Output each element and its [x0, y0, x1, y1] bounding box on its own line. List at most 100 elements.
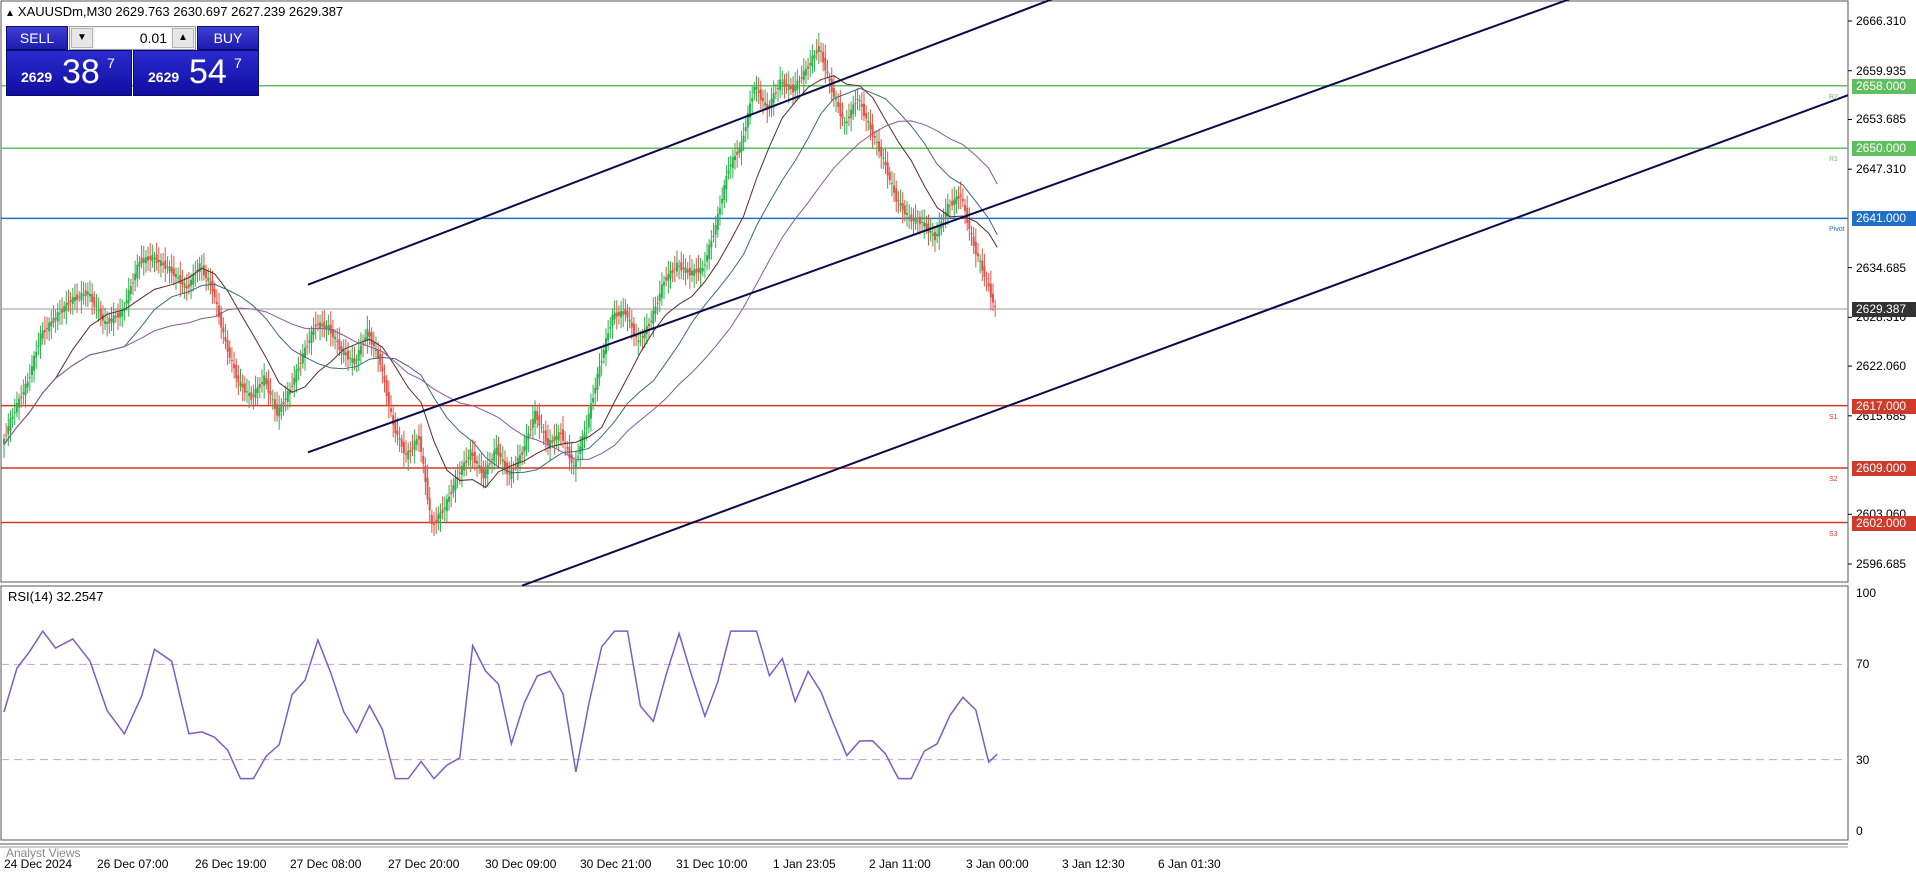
- candle-body: [725, 175, 728, 190]
- candle-body: [734, 155, 736, 161]
- candle-body: [351, 358, 354, 363]
- candle-body: [209, 281, 212, 285]
- candle-body: [452, 485, 455, 493]
- candle-body: [129, 285, 132, 294]
- lot-size-box: ▼ ▲: [69, 26, 196, 50]
- candle-body: [39, 333, 42, 346]
- price-axis-label: 2653.685: [1856, 112, 1907, 127]
- mt-chart-window[interactable]: ▲ XAUUSDm,M30 2629.763 2630.697 2627.239 …: [0, 0, 1916, 874]
- candle-body: [142, 258, 145, 263]
- candle-body: [538, 415, 541, 426]
- candle-body: [170, 266, 173, 274]
- candle-body: [620, 310, 623, 318]
- candle-body: [744, 127, 747, 132]
- candle-body: [155, 254, 158, 264]
- candle-body: [716, 213, 719, 230]
- sell-button[interactable]: SELL: [6, 26, 68, 50]
- time-axis-label: 2 Jan 11:00: [869, 857, 931, 871]
- lot-increase-button[interactable]: ▲: [172, 28, 194, 48]
- chart-canvas[interactable]: [0, 0, 1916, 874]
- candle-body: [194, 274, 197, 276]
- candle-body: [224, 337, 227, 342]
- candle-body: [430, 515, 433, 525]
- candle-body: [497, 444, 500, 456]
- candle-body: [974, 241, 977, 255]
- candle-body: [979, 260, 982, 262]
- candle-body: [600, 360, 603, 363]
- candle-body: [632, 323, 635, 336]
- candle-body: [985, 278, 988, 280]
- candle-body: [80, 292, 83, 301]
- candle-body: [491, 458, 494, 461]
- candle-body: [381, 365, 384, 372]
- candle-body: [248, 392, 251, 397]
- candle-body: [654, 306, 657, 314]
- candle-body: [372, 342, 375, 347]
- candle-body: [366, 328, 369, 341]
- candle-body: [147, 256, 150, 261]
- candle-body: [882, 157, 885, 159]
- candle-body: [761, 97, 764, 102]
- channel-upper-line[interactable]: [307, 0, 1060, 286]
- level-note-s1: S1: [1829, 413, 1838, 421]
- candle-body: [24, 384, 27, 396]
- candle-body: [785, 84, 788, 87]
- rsi-line: [3, 629, 998, 780]
- candle-body: [841, 113, 844, 119]
- candle-body: [495, 447, 498, 455]
- candle-body: [897, 200, 900, 202]
- candle-body: [727, 170, 730, 174]
- lot-size-input[interactable]: [95, 28, 171, 48]
- candle-body: [648, 323, 650, 327]
- level-price-tag-r2: 2658.000: [1852, 78, 1916, 94]
- candle-body: [592, 397, 595, 403]
- candle-body: [254, 388, 257, 399]
- candle-body: [473, 452, 476, 463]
- candle-body: [383, 375, 386, 382]
- candle-body: [299, 362, 302, 364]
- candle-body: [843, 122, 846, 124]
- candle-body: [394, 420, 397, 434]
- candle-body: [564, 441, 567, 443]
- candle-body: [772, 93, 775, 104]
- candle-body: [86, 291, 89, 295]
- candle-body: [140, 257, 143, 264]
- level-price-tag-s2: 2609.000: [1852, 460, 1916, 476]
- candle-body: [568, 446, 571, 459]
- buy-button[interactable]: BUY: [197, 26, 259, 50]
- symbol-title: XAUUSDm,M30 2629.763 2630.697 2627.239 2…: [17, 4, 344, 19]
- candle-body: [168, 266, 171, 272]
- candle-body: [63, 306, 66, 312]
- candle-body: [454, 478, 457, 490]
- channel-middle-line[interactable]: [307, 0, 1578, 454]
- candle-body: [205, 271, 208, 279]
- candle-body: [56, 312, 59, 322]
- candle-body: [157, 259, 160, 263]
- candle-body: [136, 264, 139, 279]
- sell-price-button[interactable]: 2629 38 7: [6, 50, 132, 96]
- candle-body: [669, 270, 672, 279]
- candle-body: [908, 216, 911, 218]
- candle-body: [69, 299, 72, 303]
- candle-body: [28, 377, 31, 379]
- candle-body: [624, 308, 627, 315]
- buy-price-button[interactable]: 2629 54 7: [133, 50, 259, 96]
- candle-body: [312, 328, 315, 336]
- candle-body: [175, 274, 177, 278]
- time-axis-label: 27 Dec 20:00: [388, 857, 460, 871]
- candle-body: [463, 462, 466, 471]
- candle-body: [228, 347, 231, 358]
- candle-body: [162, 262, 165, 266]
- candle-body: [589, 403, 592, 419]
- candle-body: [714, 225, 717, 235]
- candle-body: [428, 498, 431, 511]
- candle-body: [837, 101, 840, 107]
- candle-body: [233, 363, 236, 369]
- candle-body: [114, 316, 117, 318]
- candle-body: [488, 463, 491, 465]
- candle-body: [830, 78, 833, 93]
- lot-decrease-button[interactable]: ▼: [71, 28, 93, 48]
- candle-body: [342, 350, 345, 356]
- candle-body: [703, 264, 706, 266]
- candle-body: [50, 321, 53, 327]
